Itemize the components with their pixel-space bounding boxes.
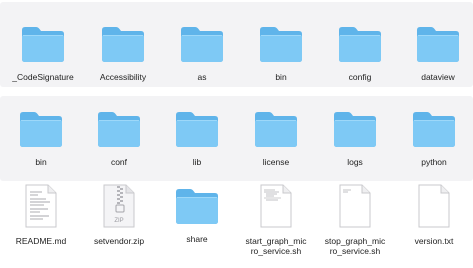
script-document-icon <box>339 184 371 228</box>
finder-icon-grid: _CodeSignature Accessibility as bin conf… <box>0 0 473 268</box>
folder-item[interactable]: share <box>158 178 236 263</box>
item-label: license <box>262 157 290 167</box>
folder-item[interactable]: conf <box>80 96 158 181</box>
folder-item[interactable]: bin <box>2 96 80 181</box>
folder-icon <box>176 189 218 224</box>
item-label: bin <box>275 72 287 82</box>
item-label: python <box>421 157 447 167</box>
folder-item[interactable]: bin <box>242 2 320 87</box>
folder-icon <box>334 112 376 147</box>
folder-icon <box>339 27 381 62</box>
folder-icon <box>22 27 64 62</box>
file-item[interactable]: ZIP setvendor.zip <box>80 178 158 263</box>
folder-icon <box>413 112 455 147</box>
file-item[interactable]: README.md <box>2 178 80 263</box>
folder-item[interactable]: lib <box>158 96 236 181</box>
item-label: README.md <box>15 236 67 246</box>
text-document-icon <box>25 184 57 228</box>
item-label: Accessibility <box>99 72 147 82</box>
item-label: _CodeSignature <box>12 72 74 82</box>
folder-item[interactable]: license <box>237 96 315 181</box>
blank-document-icon <box>418 184 450 228</box>
item-label: logs <box>347 157 363 167</box>
folder-icon <box>181 27 223 62</box>
folder-item[interactable]: as <box>163 2 241 87</box>
folder-icon <box>260 27 302 62</box>
folder-item[interactable]: config <box>321 2 399 87</box>
folder-icon <box>20 112 62 147</box>
item-label: stop_graph_micro_service.sh <box>324 236 386 256</box>
item-label: config <box>348 72 372 82</box>
item-label: setvendor.zip <box>93 236 145 246</box>
script-document-icon <box>260 184 292 228</box>
icon-row-3: README.md ZIP setvendor.zip share start_… <box>0 178 473 266</box>
file-item[interactable]: start_graph_micro_service.sh <box>237 178 315 263</box>
svg-text:ZIP: ZIP <box>114 218 123 224</box>
folder-item[interactable]: python <box>395 96 473 181</box>
folder-item[interactable]: _CodeSignature <box>4 2 82 87</box>
folder-item[interactable]: dataview <box>399 2 473 87</box>
folder-icon <box>176 112 218 147</box>
file-item[interactable]: version.txt <box>395 178 473 263</box>
folder-icon <box>98 112 140 147</box>
item-label: start_graph_micro_service.sh <box>245 236 307 256</box>
zip-archive-icon: ZIP <box>103 184 135 228</box>
icon-row-2: bin conf lib license logs python <box>0 96 473 181</box>
item-label: conf <box>110 157 128 167</box>
icon-row-1: _CodeSignature Accessibility as bin conf… <box>0 2 473 87</box>
folder-item[interactable]: logs <box>316 96 394 181</box>
item-label: as <box>197 72 207 82</box>
item-label: version.txt <box>414 236 454 246</box>
folder-icon <box>255 112 297 147</box>
file-item[interactable]: stop_graph_micro_service.sh <box>316 178 394 263</box>
item-label: dataview <box>421 72 455 82</box>
folder-item[interactable]: Accessibility <box>84 2 162 87</box>
item-label: share <box>186 234 208 244</box>
folder-icon <box>102 27 144 62</box>
item-label: lib <box>192 157 202 167</box>
folder-icon <box>417 27 459 62</box>
item-label: bin <box>35 157 47 167</box>
